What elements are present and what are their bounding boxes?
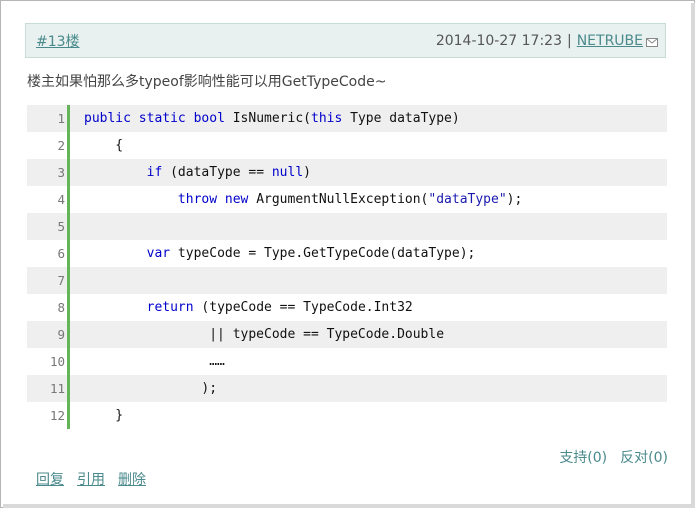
code-line: 9 || typeCode == TypeCode.Double (27, 321, 667, 348)
code-token: || typeCode == TypeCode.Double (84, 327, 445, 342)
vote-bar: 支持(0) 反对(0) (559, 447, 668, 467)
code-keyword: this (311, 111, 343, 126)
comment-actions: 回复 引用 删除 (36, 469, 159, 489)
code-token: ArgumentNullException( (248, 192, 429, 207)
against-button[interactable]: 反对(0) (620, 450, 668, 466)
line-number: 10 (49, 354, 65, 369)
frame-shadow (691, 3, 695, 508)
meta-separator: | (566, 33, 572, 49)
code-gutter-bar (67, 105, 70, 132)
code-keyword: static (138, 111, 186, 126)
code-gutter-bar (67, 132, 70, 159)
code-token: } (84, 408, 124, 423)
code-keyword: public (84, 111, 131, 126)
line-number: 8 (57, 300, 65, 315)
code-keyword: bool (193, 111, 225, 126)
code-text: var typeCode = Type.GetTypeCode(dataType… (84, 240, 476, 267)
post-date: 2014-10-27 17:23 (435, 33, 562, 49)
code-text: || typeCode == TypeCode.Double (84, 321, 444, 348)
code-text: …… (84, 348, 225, 375)
line-number: 6 (57, 246, 65, 261)
code-gutter-bar (67, 294, 70, 321)
code-line: 6 var typeCode = Type.GetTypeCode(dataTy… (27, 240, 667, 267)
mail-icon[interactable] (646, 38, 658, 47)
code-text: { (84, 132, 123, 159)
author-link[interactable]: NETRUBE (577, 33, 643, 49)
code-text: } (84, 402, 123, 429)
reply-link[interactable]: 回复 (36, 472, 64, 488)
code-token: (dataType == (162, 165, 272, 180)
line-number: 9 (57, 327, 65, 342)
code-token: IsNumeric( (224, 111, 311, 126)
code-text: return (typeCode == TypeCode.Int32 (84, 294, 413, 321)
delete-link[interactable]: 删除 (118, 472, 146, 488)
code-gutter-bar (67, 240, 70, 267)
line-number: 1 (57, 111, 65, 126)
post-header: #13楼 2014-10-27 17:23 | NETRUBE (25, 23, 666, 58)
code-keyword: throw (177, 192, 218, 207)
code-token: Type dataType) (342, 111, 460, 126)
code-token: ); (506, 192, 523, 207)
code-token: typeCode = Type.GetTypeCode(dataType); (170, 246, 476, 261)
code-text: throw new ArgumentNullException("dataTyp… (84, 186, 522, 213)
code-line: 10 …… (27, 348, 667, 375)
code-line: 2 { (27, 132, 667, 159)
line-number: 7 (57, 273, 65, 288)
code-text: if (dataType == null) (84, 159, 311, 186)
post-meta: 2014-10-27 17:23 | NETRUBE (436, 33, 643, 49)
code-token: …… (84, 354, 225, 369)
code-gutter-bar (67, 186, 70, 213)
code-keyword: var (146, 246, 171, 261)
line-number: 12 (49, 408, 65, 423)
line-number: 4 (57, 192, 65, 207)
quote-link[interactable]: 引用 (77, 472, 105, 488)
code-keyword: return (146, 300, 194, 315)
code-line: 12 } (27, 402, 667, 429)
line-number: 2 (57, 138, 65, 153)
code-token: (typeCode == TypeCode.Int32 (193, 300, 413, 315)
line-number: 5 (57, 219, 65, 234)
code-keyword: if (146, 165, 163, 180)
code-line: 7 (27, 267, 667, 294)
support-button[interactable]: 支持(0) (559, 450, 607, 466)
code-string: "dataType" (428, 192, 507, 207)
code-gutter-bar (67, 213, 70, 240)
code-token: ) (303, 165, 311, 180)
code-line: 4 throw new ArgumentNullException("dataT… (27, 186, 667, 213)
line-number: 3 (57, 165, 65, 180)
floor-link[interactable]: #13楼 (36, 31, 80, 51)
code-keyword: new (224, 192, 249, 207)
code-gutter-bar (67, 348, 70, 375)
code-block: 1 public static bool IsNumeric(this Type … (27, 105, 667, 429)
code-line: 11 ); (27, 375, 667, 402)
code-gutter-bar (67, 267, 70, 294)
comment-text: 楼主如果怕那么多typeof影响性能可以用GetTypeCode~ (27, 74, 387, 90)
code-text: ); (84, 375, 217, 402)
code-keyword: null (271, 165, 304, 180)
code-token: ); (84, 381, 218, 396)
code-gutter-bar (67, 159, 70, 186)
code-line: 8 return (typeCode == TypeCode.Int32 (27, 294, 667, 321)
code-gutter-bar (67, 375, 70, 402)
code-text: public static bool IsNumeric(this Type d… (84, 105, 460, 132)
code-line: 3 if (dataType == null) (27, 159, 667, 186)
line-number: 11 (49, 381, 65, 396)
code-line: 1 public static bool IsNumeric(this Type … (27, 105, 667, 132)
code-gutter-bar (67, 402, 70, 429)
frame-shadow (3, 504, 695, 508)
code-token: { (84, 138, 124, 153)
code-gutter-bar (67, 321, 70, 348)
code-line: 5 (27, 213, 667, 240)
